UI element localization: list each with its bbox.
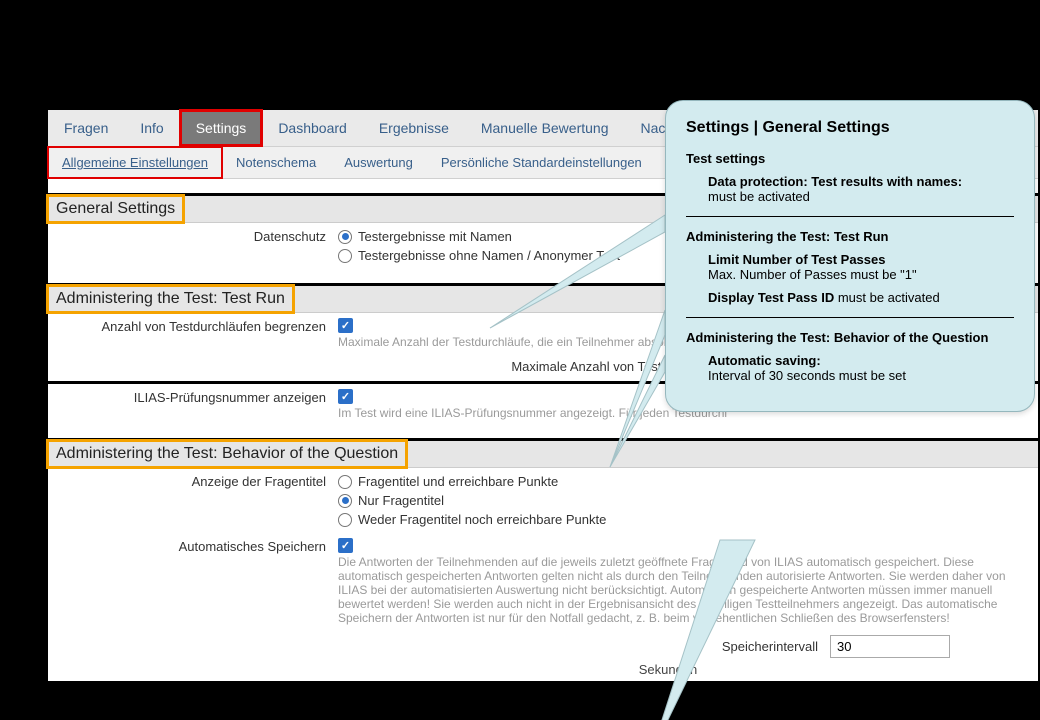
callout-item-2b-bold: Display Test Pass ID xyxy=(708,290,834,305)
radio-ft2-label: Nur Fragentitel xyxy=(358,493,444,508)
tab-info[interactable]: Info xyxy=(124,110,179,146)
subtab-persoenliche[interactable]: Persönliche Standardeinstellungen xyxy=(427,147,656,178)
checkbox-ilias-number[interactable] xyxy=(338,389,353,404)
tab-manuelle-bewertung[interactable]: Manuelle Bewertung xyxy=(465,110,625,146)
callout-panel: Settings | General Settings Test setting… xyxy=(665,100,1035,412)
section-general-header: General Settings xyxy=(48,196,183,222)
callout-item-2-bold: Limit Number of Test Passes xyxy=(708,252,885,267)
label-limit-passes: Anzahl von Testdurchläufen begrenzen xyxy=(48,317,338,334)
tab-settings[interactable]: Settings xyxy=(180,110,263,146)
subtab-notenschema[interactable]: Notenschema xyxy=(222,147,330,178)
callout-h1: Test settings xyxy=(686,151,1014,166)
callout-item-2: Limit Number of Test Passes Max. Number … xyxy=(708,252,1014,282)
callout-item-1: Data protection: Test results with names… xyxy=(708,174,1014,204)
callout-item-2b-rest: must be activated xyxy=(834,290,940,305)
radio-ft3[interactable] xyxy=(338,513,352,527)
callout-divider-1 xyxy=(686,216,1014,217)
label-frage-titel: Anzeige der Fragentitel xyxy=(48,472,338,489)
section-run-header: Administering the Test: Test Run xyxy=(48,286,293,312)
callout-item-3: Automatic saving: Interval of 30 seconds… xyxy=(708,353,1014,383)
radio-ft3-label: Weder Fragentitel noch erreichbare Punkt… xyxy=(358,512,606,527)
hint-auto-save: Die Antworten der Teilnehmenden auf die … xyxy=(338,555,1038,625)
subtab-auswertung[interactable]: Auswertung xyxy=(330,147,427,178)
label-auto-save: Automatisches Speichern xyxy=(48,537,338,554)
checkbox-limit-passes[interactable] xyxy=(338,318,353,333)
label-ilias-number: ILIAS-Prüfungsnummer anzeigen xyxy=(48,388,338,405)
radio-results-with-names[interactable] xyxy=(338,230,352,244)
radio-results-anonymous-label: Testergebnisse ohne Namen / Anonymer Tes… xyxy=(358,248,620,263)
tab-ergebnisse[interactable]: Ergebnisse xyxy=(363,110,465,146)
label-datenschutz: Datenschutz xyxy=(48,227,338,244)
label-save-interval: Speicherintervall xyxy=(338,639,818,654)
radio-results-with-names-label: Testergebnisse mit Namen xyxy=(358,229,512,244)
callout-item-2-rest: Max. Number of Passes must be "1" xyxy=(708,267,917,282)
radio-ft1-label: Fragentitel und erreichbare Punkte xyxy=(358,474,558,489)
subtab-allgemeine[interactable]: Allgemeine Einstellungen xyxy=(48,147,222,178)
callout-title: Settings | General Settings xyxy=(686,119,1014,137)
radio-ft1[interactable] xyxy=(338,475,352,489)
radio-results-anonymous[interactable] xyxy=(338,249,352,263)
callout-h3: Administering the Test: Behavior of the … xyxy=(686,330,1014,345)
radio-ft2[interactable] xyxy=(338,494,352,508)
callout-h2: Administering the Test: Test Run xyxy=(686,229,1014,244)
unit-seconds: Sekunden xyxy=(338,662,998,677)
callout-item-2b: Display Test Pass ID must be activated xyxy=(708,290,1014,305)
tab-fragen[interactable]: Fragen xyxy=(48,110,124,146)
input-save-interval[interactable] xyxy=(830,635,950,658)
section-behavior-header: Administering the Test: Behavior of the … xyxy=(48,441,406,467)
callout-item-1-bold: Data protection: Test results with names… xyxy=(708,174,962,189)
tab-dashboard[interactable]: Dashboard xyxy=(262,110,363,146)
callout-item-3-bold: Automatic saving: xyxy=(708,353,821,368)
callout-divider-2 xyxy=(686,317,1014,318)
checkbox-auto-save[interactable] xyxy=(338,538,353,553)
callout-item-3-rest: Interval of 30 seconds must be set xyxy=(708,368,906,383)
callout-item-1-rest: must be activated xyxy=(708,189,810,204)
